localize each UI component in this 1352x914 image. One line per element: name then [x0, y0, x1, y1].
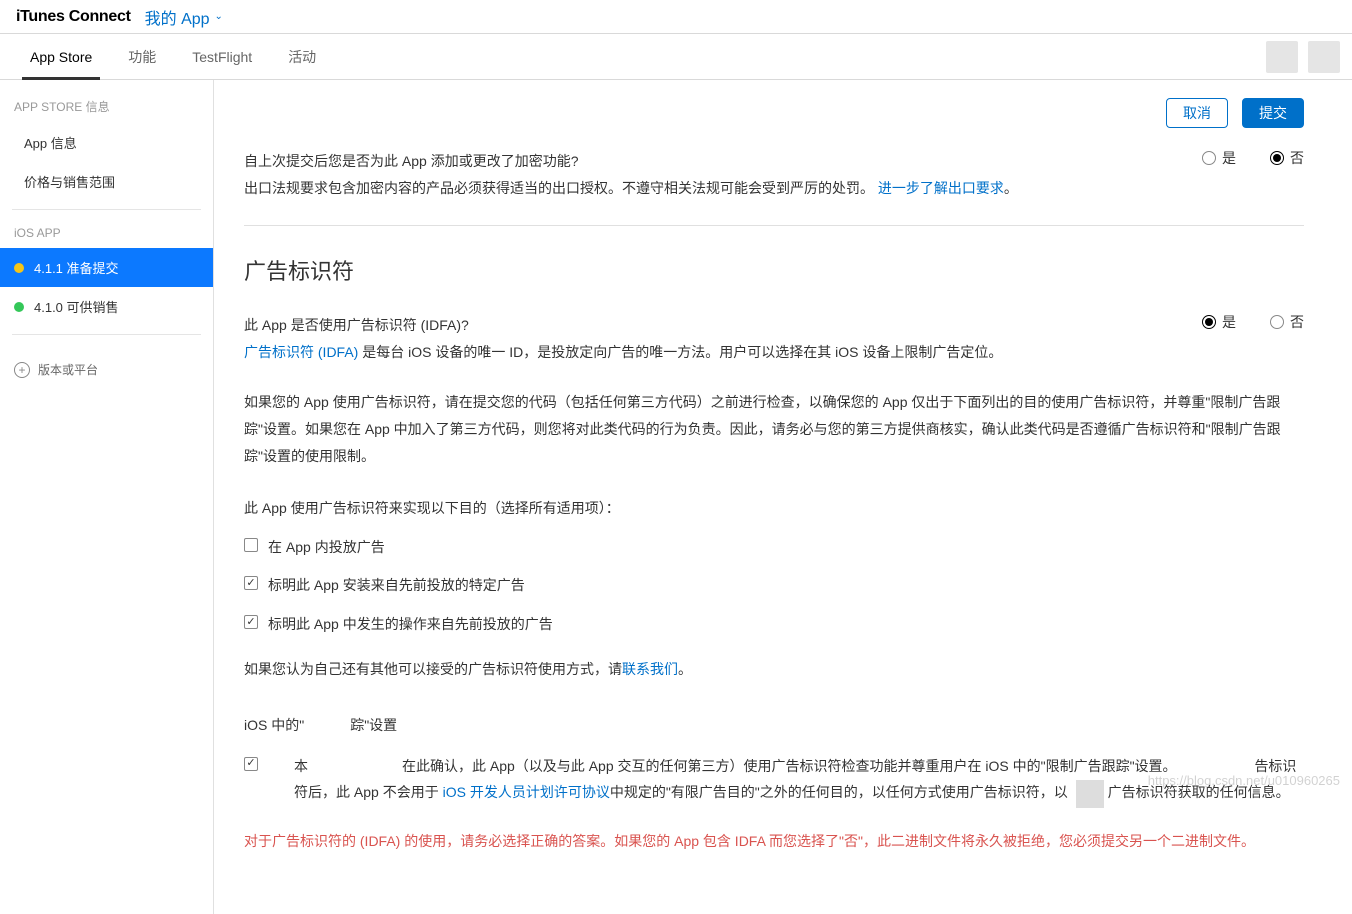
encryption-question: 自上次提交后您是否为此 App 添加或更改了加密功能? 出口法规要求包含加密内容…: [244, 148, 1304, 201]
status-dot-green-icon: [14, 302, 24, 312]
status-dot-yellow-icon: [14, 263, 24, 273]
sidebar-item-pricing[interactable]: 价格与销售范围: [0, 162, 213, 201]
idfa-radio-yes[interactable]: 是: [1202, 312, 1236, 332]
obscured-text-icon: [1182, 760, 1252, 774]
main-tabs: App Store 功能 TestFlight 活动: [0, 34, 1352, 80]
sidebar-item-app-info[interactable]: App 信息: [0, 123, 213, 162]
contact-us-link[interactable]: 联系我们: [622, 661, 678, 677]
checkbox-icon: [244, 538, 258, 552]
idfa-term-link[interactable]: 广告标识符 (IDFA): [244, 344, 358, 360]
sidebar-item-version-pending[interactable]: 4.1.1 准备提交: [0, 248, 213, 287]
version-pending-label: 4.1.1 准备提交: [34, 258, 119, 277]
add-platform-label: 版本或平台: [38, 361, 98, 378]
idfa-warning: 对于广告标识符的 (IDFA) 的使用，请务必选择正确的答案。如果您的 App …: [244, 828, 1304, 855]
sidebar-divider-2: [12, 334, 201, 335]
header-icon-placeholder-2[interactable]: [1308, 41, 1340, 73]
idfa-purpose-head: 此 App 使用广告标识符来实现以下目的（选择所有适用项）：: [244, 495, 1304, 522]
sidebar: APP STORE 信息 App 信息 价格与销售范围 iOS APP 4.1.…: [0, 80, 214, 914]
idfa-confirm-checkbox[interactable]: 本在此确认，此 App（以及与此 App 交互的任何第三方）使用广告标识符检查功…: [244, 753, 1304, 808]
idfa-opt-install-attribution[interactable]: 标明此 App 安装来自先前投放的特定广告: [244, 572, 1304, 599]
checkbox-icon: [244, 757, 258, 771]
export-requirements-link[interactable]: 进一步了解出口要求: [878, 180, 1004, 196]
sidebar-group-ios: iOS APP: [0, 226, 213, 248]
add-version-platform[interactable]: + 版本或平台: [0, 351, 213, 388]
version-ready-label: 4.1.0 可供销售: [34, 297, 119, 316]
idfa-opt2-label: 标明此 App 安装来自先前投放的特定广告: [268, 572, 525, 599]
encryption-note: 出口法规要求包含加密内容的产品必须获得适当的出口授权。不遵守相关法规可能会受到严…: [244, 175, 1114, 202]
app-selector[interactable]: 我的 App ⌄: [145, 5, 223, 29]
top-bar: iTunes Connect 我的 App ⌄: [0, 0, 1352, 34]
idfa-contact-line: 如果您认为自己还有其他可以接受的广告标识符使用方式，请联系我们。: [244, 656, 1304, 683]
action-buttons: 取消 提交: [244, 98, 1304, 128]
radio-icon: [1270, 151, 1284, 165]
encryption-radio-no[interactable]: 否: [1270, 148, 1304, 168]
obscured-text-icon: [306, 719, 348, 733]
section-divider: [244, 225, 1304, 226]
idfa-opt-action-attribution[interactable]: 标明此 App 中发生的操作来自先前投放的广告: [244, 611, 1304, 638]
radio-icon: [1270, 315, 1284, 329]
tab-activity[interactable]: 活动: [270, 34, 334, 79]
obscured-text-icon: [310, 760, 400, 774]
tab-testflight[interactable]: TestFlight: [174, 34, 270, 79]
idfa-opt1-label: 在 App 内投放广告: [268, 534, 385, 561]
cancel-button[interactable]: 取消: [1166, 98, 1228, 128]
limit-tracking-head: iOS 中的"踪"设置: [244, 712, 1304, 739]
idfa-opt3-label: 标明此 App 中发生的操作来自先前投放的广告: [268, 611, 553, 638]
chevron-down-icon: ⌄: [215, 11, 223, 22]
idfa-desc: 广告标识符 (IDFA) 是每台 iOS 设备的唯一 ID，是投放定向广告的唯一…: [244, 339, 1114, 366]
tab-app-store[interactable]: App Store: [12, 34, 110, 79]
sidebar-item-version-ready[interactable]: 4.1.0 可供销售: [0, 287, 213, 326]
tab-features[interactable]: 功能: [110, 34, 174, 79]
idfa-question: 此 App 是否使用广告标识符 (IDFA)? 广告标识符 (IDFA) 是每台…: [244, 312, 1304, 365]
encryption-q-text: 自上次提交后您是否为此 App 添加或更改了加密功能?: [244, 148, 1114, 175]
encryption-radio-yes[interactable]: 是: [1202, 148, 1236, 168]
app-name-label: 我的 App: [145, 5, 210, 29]
idfa-opt-serve-ads[interactable]: 在 App 内投放广告: [244, 534, 1304, 561]
brand-label: iTunes Connect: [16, 8, 131, 26]
encryption-radio-group: 是 否: [1202, 148, 1304, 168]
sidebar-group-appstore: APP STORE 信息: [0, 98, 213, 123]
idfa-confirm-text: 本在此确认，此 App（以及与此 App 交互的任何第三方）使用广告标识符检查功…: [268, 753, 1304, 808]
ios-dev-agreement-link[interactable]: iOS 开发人员计划许可协议: [443, 784, 610, 800]
idfa-para2: 如果您的 App 使用广告标识符，请在提交您的代码（包括任何第三方代码）之前进行…: [244, 389, 1304, 469]
content-area: 取消 提交 自上次提交后您是否为此 App 添加或更改了加密功能? 出口法规要求…: [214, 80, 1352, 914]
idfa-radio-group: 是 否: [1202, 312, 1304, 332]
submit-button[interactable]: 提交: [1242, 98, 1304, 128]
idfa-title: 广告标识符: [244, 254, 1304, 286]
checkbox-icon: [244, 576, 258, 590]
sidebar-divider: [12, 209, 201, 210]
idfa-q-text: 此 App 是否使用广告标识符 (IDFA)?: [244, 312, 1114, 339]
idfa-radio-no[interactable]: 否: [1270, 312, 1304, 332]
checkbox-icon: [244, 615, 258, 629]
radio-icon: [1202, 315, 1216, 329]
plus-circle-icon: +: [14, 362, 30, 378]
header-icon-placeholder-1[interactable]: [1266, 41, 1298, 73]
radio-icon: [1202, 151, 1216, 165]
